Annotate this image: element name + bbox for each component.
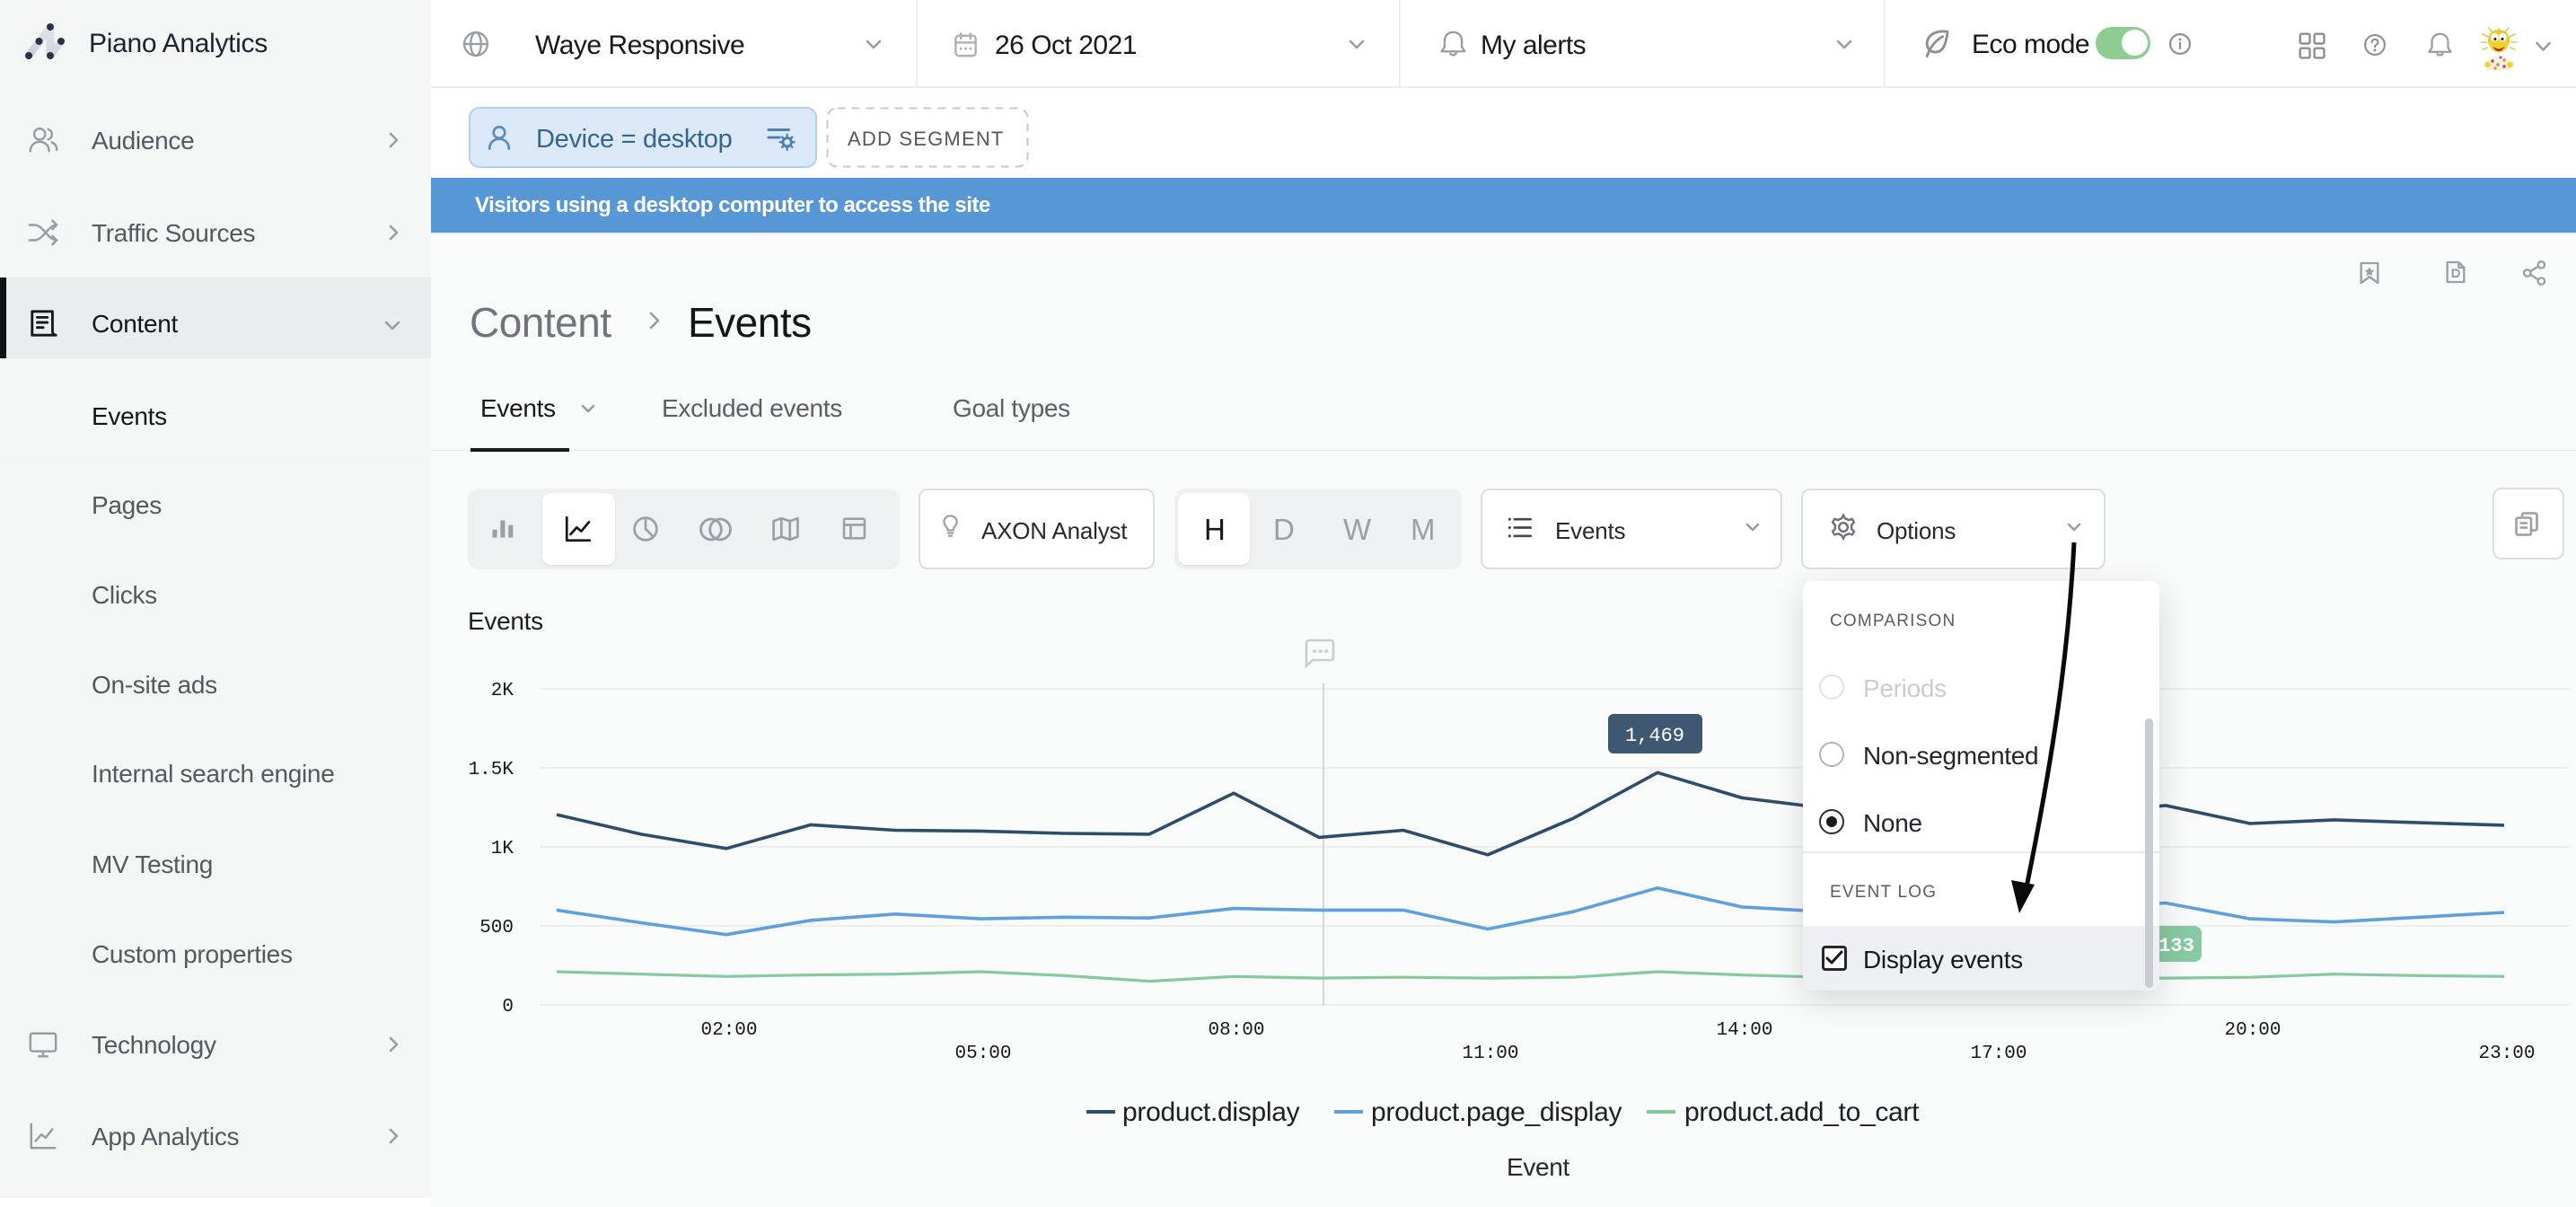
svg-text:11:00: 11:00: [1462, 1044, 1518, 1064]
svg-text:Event: Event: [1507, 1153, 1570, 1181]
svg-text:17:00: 17:00: [1970, 1044, 2027, 1064]
svg-text:02:00: 02:00: [700, 1020, 757, 1041]
svg-text:1K: 1K: [491, 839, 514, 859]
svg-text:2K: 2K: [491, 681, 514, 701]
svg-text:05:00: 05:00: [954, 1044, 1011, 1064]
svg-text:500: 500: [479, 918, 514, 938]
svg-text:product.page_display: product.page_display: [1371, 1097, 1622, 1127]
svg-text:1.5K: 1.5K: [469, 760, 514, 780]
svg-text:23:00: 23:00: [2478, 1044, 2535, 1064]
svg-text:0: 0: [502, 997, 514, 1018]
svg-text:133: 133: [2158, 935, 2194, 957]
svg-text:08:00: 08:00: [1208, 1020, 1264, 1041]
svg-text:20:00: 20:00: [2224, 1020, 2281, 1041]
svg-text:1,469: 1,469: [1625, 725, 1684, 747]
svg-text:14:00: 14:00: [1716, 1020, 1772, 1041]
svg-text:product.display: product.display: [1122, 1097, 1300, 1127]
svg-text:product.add_to_cart: product.add_to_cart: [1684, 1097, 1920, 1127]
